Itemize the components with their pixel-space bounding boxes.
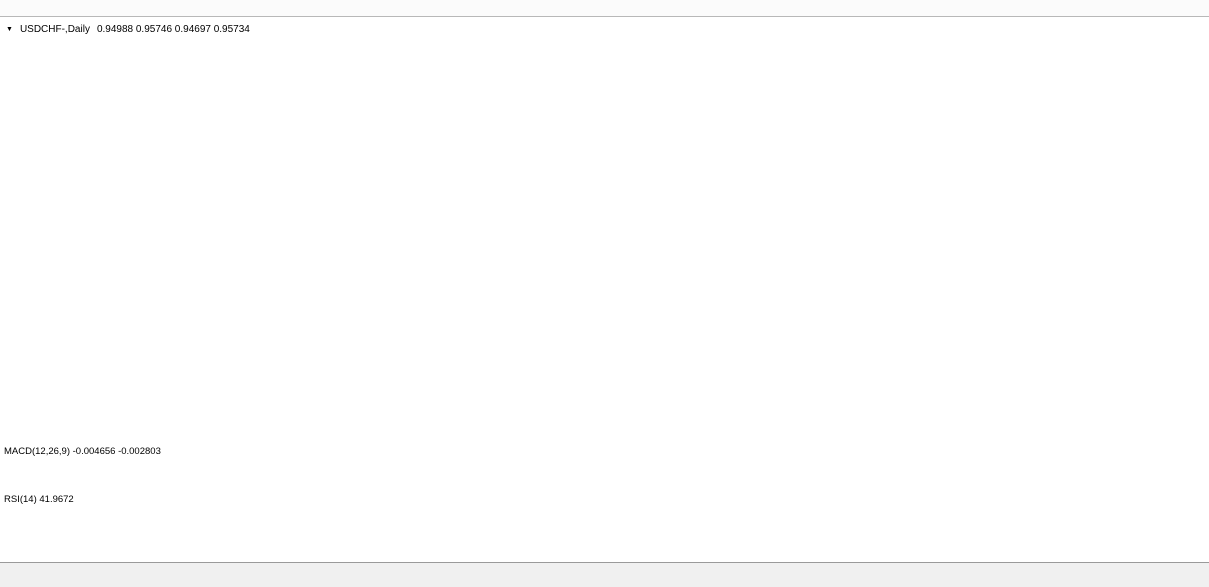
chart-window-title: ▼ USDCHF-,Daily 0.94988 0.95746 0.94697 … [6,24,250,35]
timeframe-toolbar [0,0,1209,17]
macd-indicator-label: MACD(12,26,9) -0.004656 -0.002803 [4,446,161,457]
rsi-value: 41.9672 [39,494,73,505]
symbol-dropdown-icon[interactable]: ▼ [6,25,13,35]
macd-name: MACD(12,26,9) [4,446,70,457]
chart-canvas[interactable] [0,0,1209,587]
symbol-label: USDCHF-,Daily [20,24,90,35]
rsi-name: RSI(14) [4,494,37,505]
rsi-indicator-label: RSI(14) 41.9672 [4,494,74,505]
ohlc-values: 0.94988 0.95746 0.94697 0.95734 [97,24,250,35]
macd-values: -0.004656 -0.002803 [73,446,161,457]
symbol-tab-bar [0,562,1209,587]
